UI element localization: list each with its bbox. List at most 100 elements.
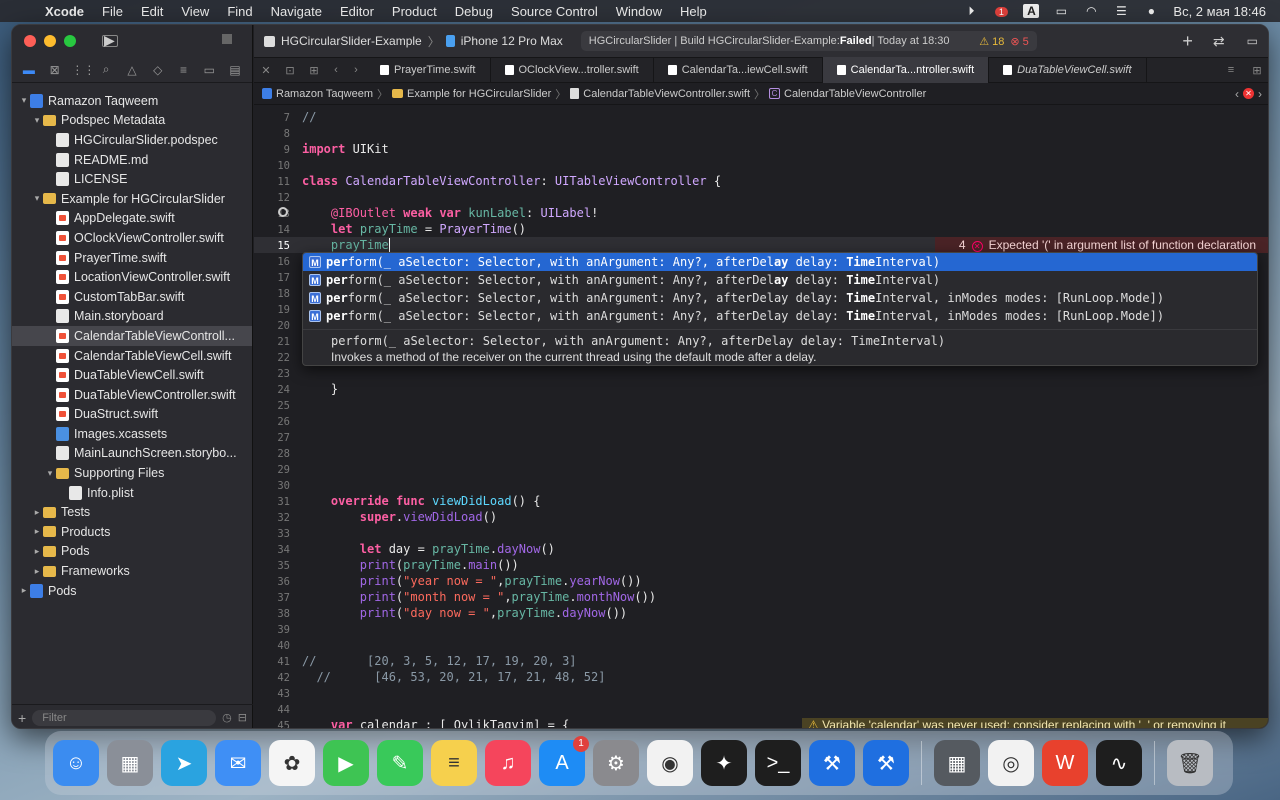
navigator-item[interactable]: AppDelegate.swift	[12, 209, 252, 229]
zoom-window-button[interactable]	[64, 35, 76, 47]
launchpad-icon[interactable]: ▦	[107, 740, 153, 786]
battery-icon[interactable]: ▭	[1053, 4, 1069, 18]
back-arrow-icon[interactable]: ‹	[326, 64, 346, 76]
warning-icon[interactable]: ⚠ 18	[979, 35, 1004, 48]
library-add-icon[interactable]: +	[1172, 31, 1203, 52]
filter-input[interactable]: Filter	[32, 709, 217, 726]
navigator-item[interactable]: ▸ Pods	[12, 542, 252, 562]
grid-icon[interactable]: ⊞	[302, 64, 326, 77]
disclosure-icon[interactable]: ▸	[31, 546, 43, 557]
outlet-connection-icon[interactable]	[278, 207, 288, 217]
disclosure-icon[interactable]: ▾	[18, 95, 30, 106]
navigator-item[interactable]: README.md	[12, 150, 252, 170]
breadcrumb-symbol[interactable]: CalendarTableViewController	[784, 88, 926, 100]
input-source-icon[interactable]: A	[1023, 4, 1040, 18]
close-window-button[interactable]	[24, 35, 36, 47]
safari-icon[interactable]: ◎	[988, 740, 1034, 786]
completion-item[interactable]: Mper form(_ aSelector: Selector, with anA…	[303, 253, 1257, 271]
menu-view[interactable]: View	[172, 4, 218, 19]
completion-item[interactable]: Mper form(_ aSelector: Selector, with anA…	[303, 307, 1257, 325]
navigator-item[interactable]: ▾ Podspec Metadata	[12, 111, 252, 131]
tab-oclock[interactable]: OClockView...troller.swift	[491, 57, 654, 83]
menu-edit[interactable]: Edit	[132, 4, 172, 19]
inspector-toggle-icon[interactable]: ▭	[1235, 34, 1268, 48]
navigator-item[interactable]: CalendarTableViewControll...	[12, 326, 252, 346]
navigator-item[interactable]: LocationViewController.swift	[12, 267, 252, 287]
menu-window[interactable]: Window	[607, 4, 671, 19]
messages-icon[interactable]: ✎	[377, 740, 423, 786]
calculator-icon[interactable]: ▦	[934, 740, 980, 786]
tab-calendar-cell[interactable]: CalendarTa...iewCell.swift	[654, 57, 823, 83]
search-icon[interactable]: ⌕	[97, 62, 115, 77]
navigator-item[interactable]: Info.plist	[12, 483, 252, 503]
source-editor[interactable]: 4 ✕ Expected '(' in argument list of funct…	[254, 105, 1268, 728]
navigator-item[interactable]: Images.xcassets	[12, 424, 252, 444]
breakpoint-icon[interactable]: ▭	[200, 63, 218, 77]
finder-icon[interactable]: ☺	[53, 740, 99, 786]
music-icon[interactable]: ♫	[485, 740, 531, 786]
wifi-icon[interactable]: ◠	[1083, 4, 1099, 18]
disclosure-icon[interactable]: ▸	[31, 526, 43, 537]
disclosure-icon[interactable]: ▸	[31, 566, 43, 577]
error-indicator-icon[interactable]: ✕	[1243, 88, 1254, 99]
activity-status[interactable]: HGCircularSlider | Build HGCircularSlide…	[580, 31, 1037, 51]
play-circle-icon[interactable]: ⏵	[963, 4, 979, 18]
menu-navigate[interactable]: Navigate	[262, 4, 331, 19]
navigator-item[interactable]: Main.storyboard	[12, 307, 252, 327]
menu-app[interactable]: Xcode	[36, 4, 93, 19]
notes-icon[interactable]: ≡	[431, 740, 477, 786]
navigator-item[interactable]: ▸ Tests	[12, 502, 252, 522]
navigator-item[interactable]: CalendarTableViewCell.swift	[12, 346, 252, 366]
warning-banner[interactable]: ⚠ Variable 'calendar' was never used; co…	[802, 718, 1268, 728]
add-icon[interactable]: +	[18, 710, 26, 726]
clock[interactable]: Вс, 2 мая 18:46	[1173, 4, 1266, 19]
menu-product[interactable]: Product	[383, 4, 446, 19]
xcode-beta-icon[interactable]: ⚒	[863, 740, 909, 786]
photos-icon[interactable]: ✿	[269, 740, 315, 786]
navigator-item[interactable]: MainLaunchScreen.storybo...	[12, 444, 252, 464]
code-completion-popup[interactable]: Mper form(_ aSelector: Selector, with anA…	[302, 252, 1258, 366]
navigator-item[interactable]: ▾ Ramazon Taqweem	[12, 91, 252, 111]
breadcrumb-project[interactable]: Ramazon Taqweem	[276, 88, 373, 100]
menu-file[interactable]: File	[93, 4, 132, 19]
navigator-item[interactable]: HGCircularSlider.podspec	[12, 130, 252, 150]
navigator-item[interactable]: CustomTabBar.swift	[12, 287, 252, 307]
completion-item[interactable]: Mper form(_ aSelector: Selector, with anA…	[303, 289, 1257, 307]
completion-item[interactable]: Mper form(_ aSelector: Selector, with anA…	[303, 271, 1257, 289]
menu-debug[interactable]: Debug	[446, 4, 502, 19]
menu-help[interactable]: Help	[671, 4, 716, 19]
prev-issue-icon[interactable]: ‹	[1235, 87, 1239, 101]
appstore-icon[interactable]: A1	[539, 736, 589, 786]
disclosure-icon[interactable]: ▾	[44, 468, 56, 479]
issue-icon[interactable]: △	[123, 63, 141, 77]
disclosure-icon[interactable]: ▾	[31, 115, 43, 126]
disclosure-icon[interactable]: ▸	[18, 585, 30, 596]
navigator-item[interactable]: ▸ Products	[12, 522, 252, 542]
facetime-icon[interactable]: ▶	[323, 740, 369, 786]
tab-calendar-controller[interactable]: CalendarTa...ntroller.swift	[822, 57, 990, 83]
stop-icon[interactable]	[222, 34, 232, 44]
disclosure-icon[interactable]: ▾	[31, 193, 43, 204]
activity-monitor-icon[interactable]: ∿	[1096, 740, 1142, 786]
debug-icon[interactable]: ≡	[174, 63, 192, 77]
navigator-item[interactable]: DuaTableViewCell.swift	[12, 365, 252, 385]
navigator-item[interactable]: OClockViewController.swift	[12, 228, 252, 248]
navigator-item[interactable]: LICENSE	[12, 169, 252, 189]
chrome-icon[interactable]: ◉	[647, 740, 693, 786]
tab-dua-cell[interactable]: DuaTableViewCell.swift	[989, 57, 1147, 83]
xcode-icon[interactable]: ⚒	[809, 740, 855, 786]
menu-editor[interactable]: Editor	[331, 4, 383, 19]
siri-icon[interactable]: ●	[1143, 4, 1159, 18]
navigator-item[interactable]: DuaTableViewController.swift	[12, 385, 252, 405]
notification-icon[interactable]: 1	[993, 4, 1009, 18]
menu-source-control[interactable]: Source Control	[502, 4, 607, 19]
error-icon[interactable]: ⊗ 5	[1010, 35, 1028, 48]
disclosure-icon[interactable]: ▸	[31, 507, 43, 518]
related-items-icon[interactable]: ⊡	[278, 64, 302, 77]
test-icon[interactable]: ◇	[149, 63, 167, 77]
office-icon[interactable]: W	[1042, 740, 1088, 786]
run-icon[interactable]: ▶	[104, 32, 115, 49]
telegram-icon[interactable]: ➤	[161, 740, 207, 786]
breadcrumb-file[interactable]: CalendarTableViewController.swift	[583, 88, 750, 100]
trash-icon[interactable]: 🗑	[1167, 740, 1213, 786]
